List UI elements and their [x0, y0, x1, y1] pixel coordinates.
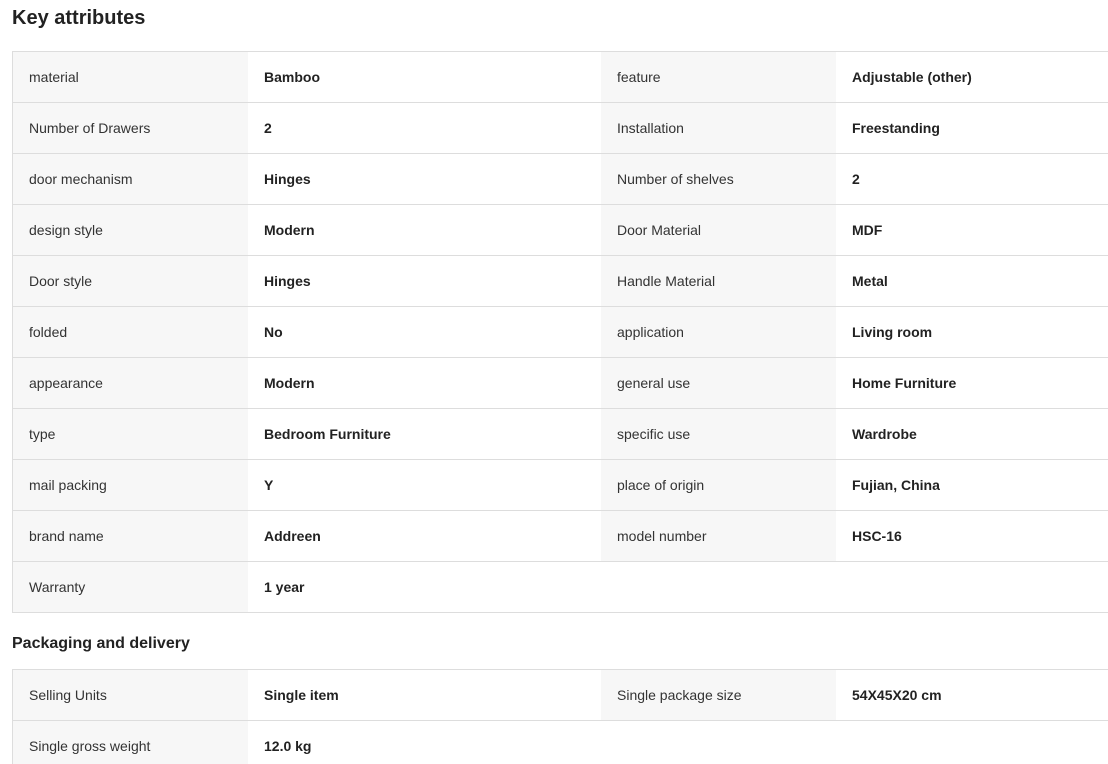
attribute-label: Installation	[601, 103, 836, 153]
table-row: Door style Hinges Handle Material Metal	[13, 256, 1108, 307]
key-attributes-title: Key attributes	[12, 7, 146, 29]
attribute-value: Adjustable (other)	[836, 52, 1108, 102]
attribute-label: Handle Material	[601, 256, 836, 306]
packaging-table: Selling Units Single item Single package s…	[12, 669, 1108, 764]
attribute-value: Living room	[836, 307, 1108, 357]
attribute-label: Selling Units	[13, 670, 248, 720]
attribute-value: Bamboo	[248, 52, 601, 102]
attribute-value: 2	[836, 154, 1108, 204]
attribute-value: Home Furniture	[836, 358, 1108, 408]
table-row: Number of Drawers 2 Installation Freestandi…	[13, 103, 1108, 154]
attribute-value: Hinges	[248, 256, 601, 306]
attribute-label: design style	[13, 205, 248, 255]
attribute-label: Single gross weight	[13, 721, 248, 764]
attribute-value: MDF	[836, 205, 1108, 255]
attribute-value: No	[248, 307, 601, 357]
attribute-label: type	[13, 409, 248, 459]
attribute-value: Metal	[836, 256, 1108, 306]
attribute-label: material	[13, 52, 248, 102]
attribute-value: 1 year	[248, 562, 601, 612]
attribute-value: 54X45X20 cm	[836, 670, 1108, 720]
table-row: material Bamboo feature Adjustable (other)	[13, 52, 1108, 103]
attribute-label: door mechanism	[13, 154, 248, 204]
attribute-value: 12.0 kg	[248, 721, 601, 764]
attribute-value: Freestanding	[836, 103, 1108, 153]
table-row: brand name Addreen model number HSC-16	[13, 511, 1108, 562]
attribute-label: Number of Drawers	[13, 103, 248, 153]
attribute-label: model number	[601, 511, 836, 561]
table-row: design style Modern Door Material MDF	[13, 205, 1108, 256]
table-row: Warranty 1 year	[13, 562, 1108, 613]
empty-cell	[836, 721, 1108, 764]
attribute-label: Door Material	[601, 205, 836, 255]
table-row: mail packing Yplace of origin Fujian, Chin…	[13, 460, 1108, 511]
empty-cell	[601, 721, 836, 764]
attribute-value: Modern	[248, 205, 601, 255]
attribute-label: place of origin	[601, 460, 836, 510]
product-attributes-page: Key attributes material Bamboo feature Adju…	[0, 0, 1108, 764]
attribute-value: Y	[248, 460, 601, 510]
attribute-value: Hinges	[248, 154, 601, 204]
attribute-label: general use	[601, 358, 836, 408]
attribute-label: mail packing	[13, 460, 248, 510]
key-attributes-table: material Bamboo feature Adjustable (other) N…	[12, 51, 1108, 613]
attribute-label: brand name	[13, 511, 248, 561]
attribute-value: Addreen	[248, 511, 601, 561]
empty-cell	[601, 562, 836, 612]
attribute-value: 2	[248, 103, 601, 153]
attribute-label: appearance	[13, 358, 248, 408]
packaging-title: Packaging and delivery	[12, 635, 190, 652]
attribute-label: specific use	[601, 409, 836, 459]
attribute-label: Single package size	[601, 670, 836, 720]
table-row: door mechanism Hinges Number of shelves 2	[13, 154, 1108, 205]
table-row: Selling Units Single item Single package s…	[13, 670, 1108, 721]
attribute-value: Modern	[248, 358, 601, 408]
attribute-value: Fujian, China	[836, 460, 1108, 510]
table-row: appearance Modern general use Home Furnitur…	[13, 358, 1108, 409]
attribute-label: Warranty	[13, 562, 248, 612]
attribute-label: Door style	[13, 256, 248, 306]
attribute-value: Single item	[248, 670, 601, 720]
attribute-label: folded	[13, 307, 248, 357]
attribute-value: Wardrobe	[836, 409, 1108, 459]
attribute-label: feature	[601, 52, 836, 102]
attribute-label: application	[601, 307, 836, 357]
attribute-label: Number of shelves	[601, 154, 836, 204]
table-row: type Bedroom Furniture specific use Wardrob…	[13, 409, 1108, 460]
empty-cell	[836, 562, 1108, 612]
attribute-value: Bedroom Furniture	[248, 409, 601, 459]
attribute-value: HSC-16	[836, 511, 1108, 561]
table-row: folded No application Living room	[13, 307, 1108, 358]
table-row: Single gross weight 12.0 kg	[13, 721, 1108, 764]
